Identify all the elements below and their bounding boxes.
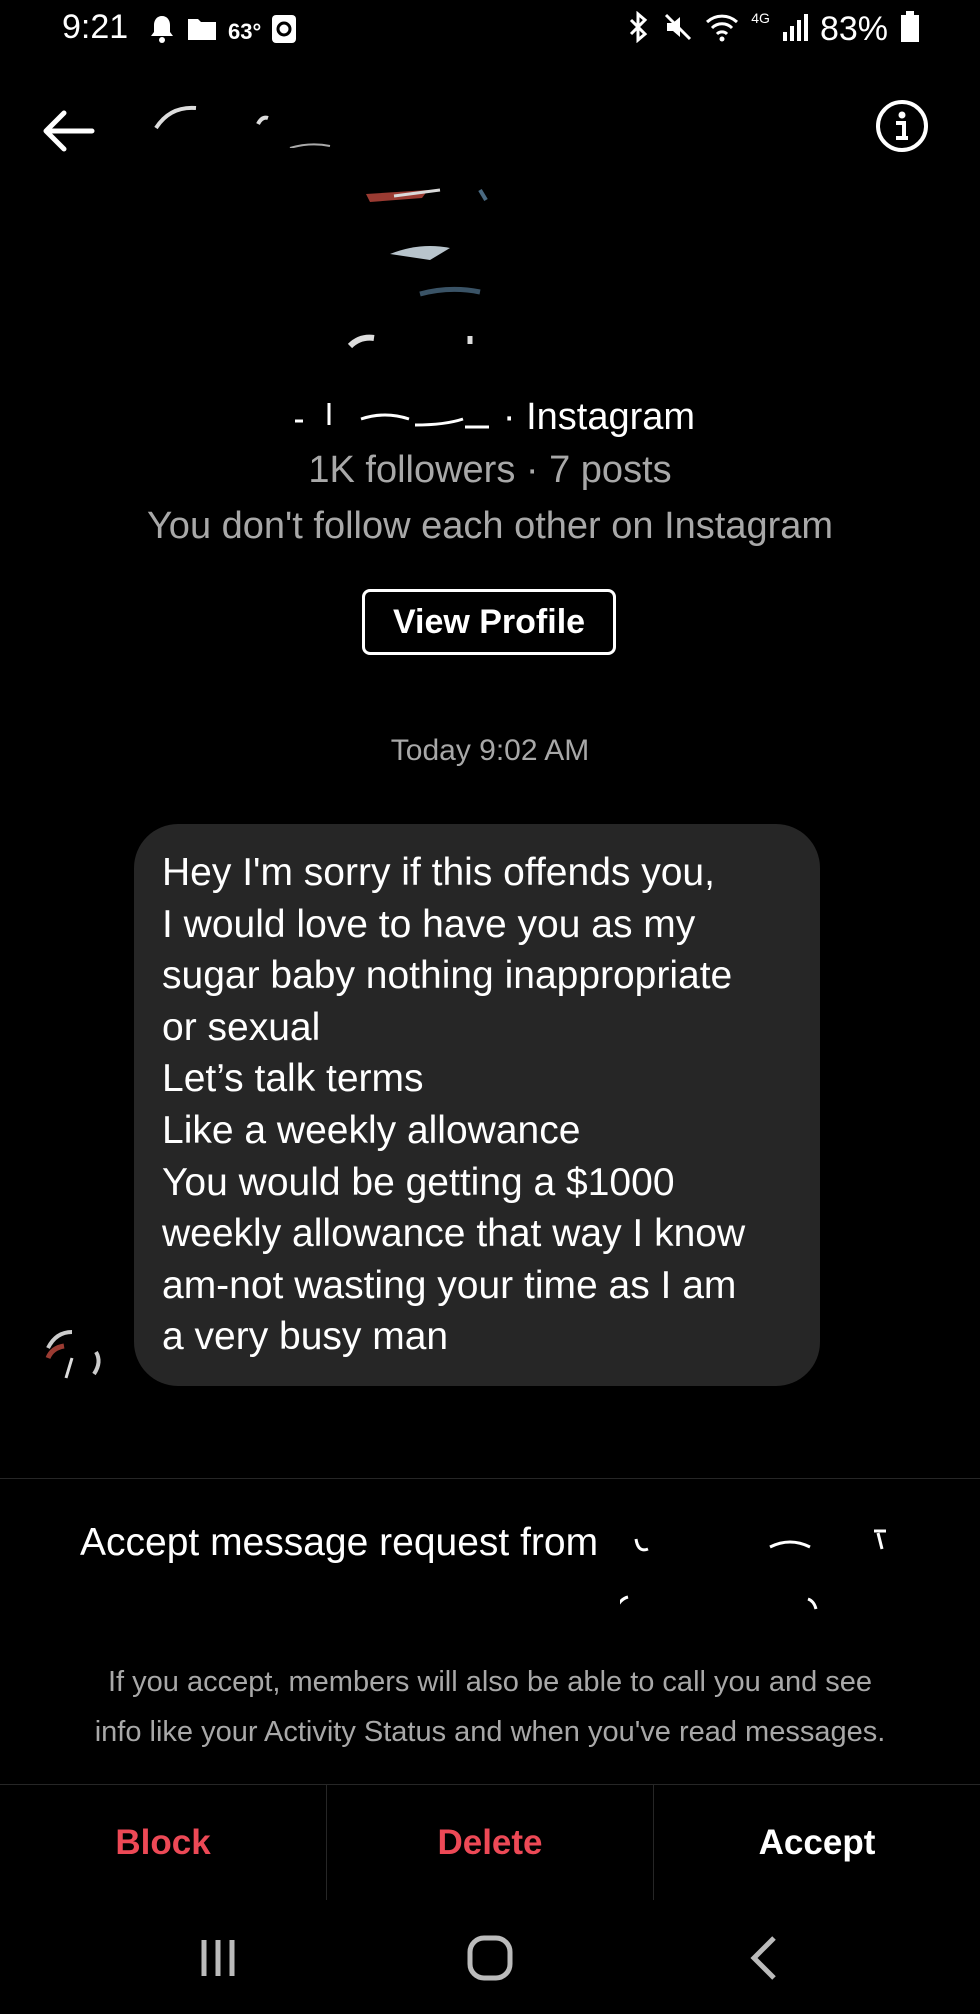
home-icon bbox=[467, 1935, 513, 1981]
profile-relationship: You don't follow each other on Instagram bbox=[146, 505, 834, 547]
recent-apps-button[interactable] bbox=[188, 1930, 248, 1986]
message-line: or sexual bbox=[162, 1005, 321, 1049]
app-icon bbox=[271, 14, 297, 49]
message-line: Let’s talk terms bbox=[162, 1057, 424, 1101]
block-button[interactable]: Block bbox=[0, 1785, 327, 1901]
message-line: You would be getting a $1000 bbox=[162, 1160, 675, 1204]
message-request-panel: Accept message request from If you accep… bbox=[0, 1479, 980, 1784]
nav-back-button[interactable] bbox=[736, 1930, 796, 1986]
message-line: am-not wasting your time as I am bbox=[162, 1263, 737, 1307]
request-actions: Block Delete Accept bbox=[0, 1784, 980, 1901]
request-info-text: If you accept, members will also be able… bbox=[0, 1657, 980, 1757]
profile-info: · Instagram 1K followers · 7 posts You d… bbox=[0, 392, 980, 554]
mute-icon bbox=[663, 12, 693, 47]
request-info-line: If you accept, members will also be able… bbox=[107, 1666, 873, 1698]
message-line: I would love to have you as my bbox=[162, 902, 696, 946]
message-bubble[interactable]: Hey I'm sorry if this offends you, I wou… bbox=[134, 824, 820, 1386]
profile-stats: 1K followers · 7 posts bbox=[308, 449, 672, 491]
home-button[interactable] bbox=[460, 1930, 520, 1986]
header-name-redacted bbox=[150, 98, 450, 149]
status-bar: 9:21 63° 4G 83% bbox=[0, 0, 980, 60]
bluetooth-icon bbox=[627, 10, 651, 48]
message-line: weekly allowance that way I know bbox=[162, 1212, 746, 1256]
message-line: sugar baby nothing inappropriate bbox=[162, 954, 733, 998]
info-icon bbox=[876, 100, 928, 152]
message-line: a very busy man bbox=[162, 1315, 449, 1359]
status-time: 9:21 bbox=[62, 8, 129, 46]
network-type: 4G bbox=[751, 10, 770, 26]
info-button[interactable] bbox=[874, 98, 930, 154]
sender-avatar[interactable] bbox=[42, 1318, 112, 1388]
signal-icon bbox=[782, 12, 808, 47]
recent-apps-icon bbox=[201, 1940, 235, 1976]
bell-icon bbox=[148, 14, 176, 49]
profile-username-line: · Instagram bbox=[0, 392, 980, 442]
status-battery: 83% bbox=[819, 10, 888, 48]
back-icon bbox=[750, 1936, 776, 1980]
accept-button[interactable]: Accept bbox=[654, 1785, 980, 1901]
battery-icon bbox=[900, 11, 920, 48]
message-line: Like a weekly allowance bbox=[162, 1108, 581, 1152]
view-profile-button[interactable]: View Profile bbox=[362, 589, 616, 655]
back-arrow-icon bbox=[43, 110, 95, 152]
status-left-icons: 63° bbox=[148, 14, 297, 49]
request-title: Accept message request from bbox=[80, 1521, 599, 1564]
system-nav-bar bbox=[0, 1900, 980, 2014]
folder-icon bbox=[186, 15, 218, 48]
wifi-icon bbox=[705, 12, 739, 47]
delete-button[interactable]: Delete bbox=[327, 1785, 654, 1901]
message-line: Hey I'm sorry if this offends you, bbox=[162, 851, 715, 894]
status-right-icons: 4G 83% bbox=[627, 10, 920, 49]
profile-avatar[interactable] bbox=[330, 150, 650, 350]
message-timestamp: Today 9:02 AM bbox=[390, 734, 590, 767]
request-info-line: info like your Activity Status and when … bbox=[94, 1716, 886, 1748]
request-username-redacted bbox=[614, 1519, 920, 1619]
profile-platform: · Instagram bbox=[502, 396, 696, 438]
status-temperature: 63° bbox=[228, 18, 262, 44]
profile-username-redacted bbox=[285, 397, 495, 437]
back-button[interactable] bbox=[38, 106, 98, 156]
